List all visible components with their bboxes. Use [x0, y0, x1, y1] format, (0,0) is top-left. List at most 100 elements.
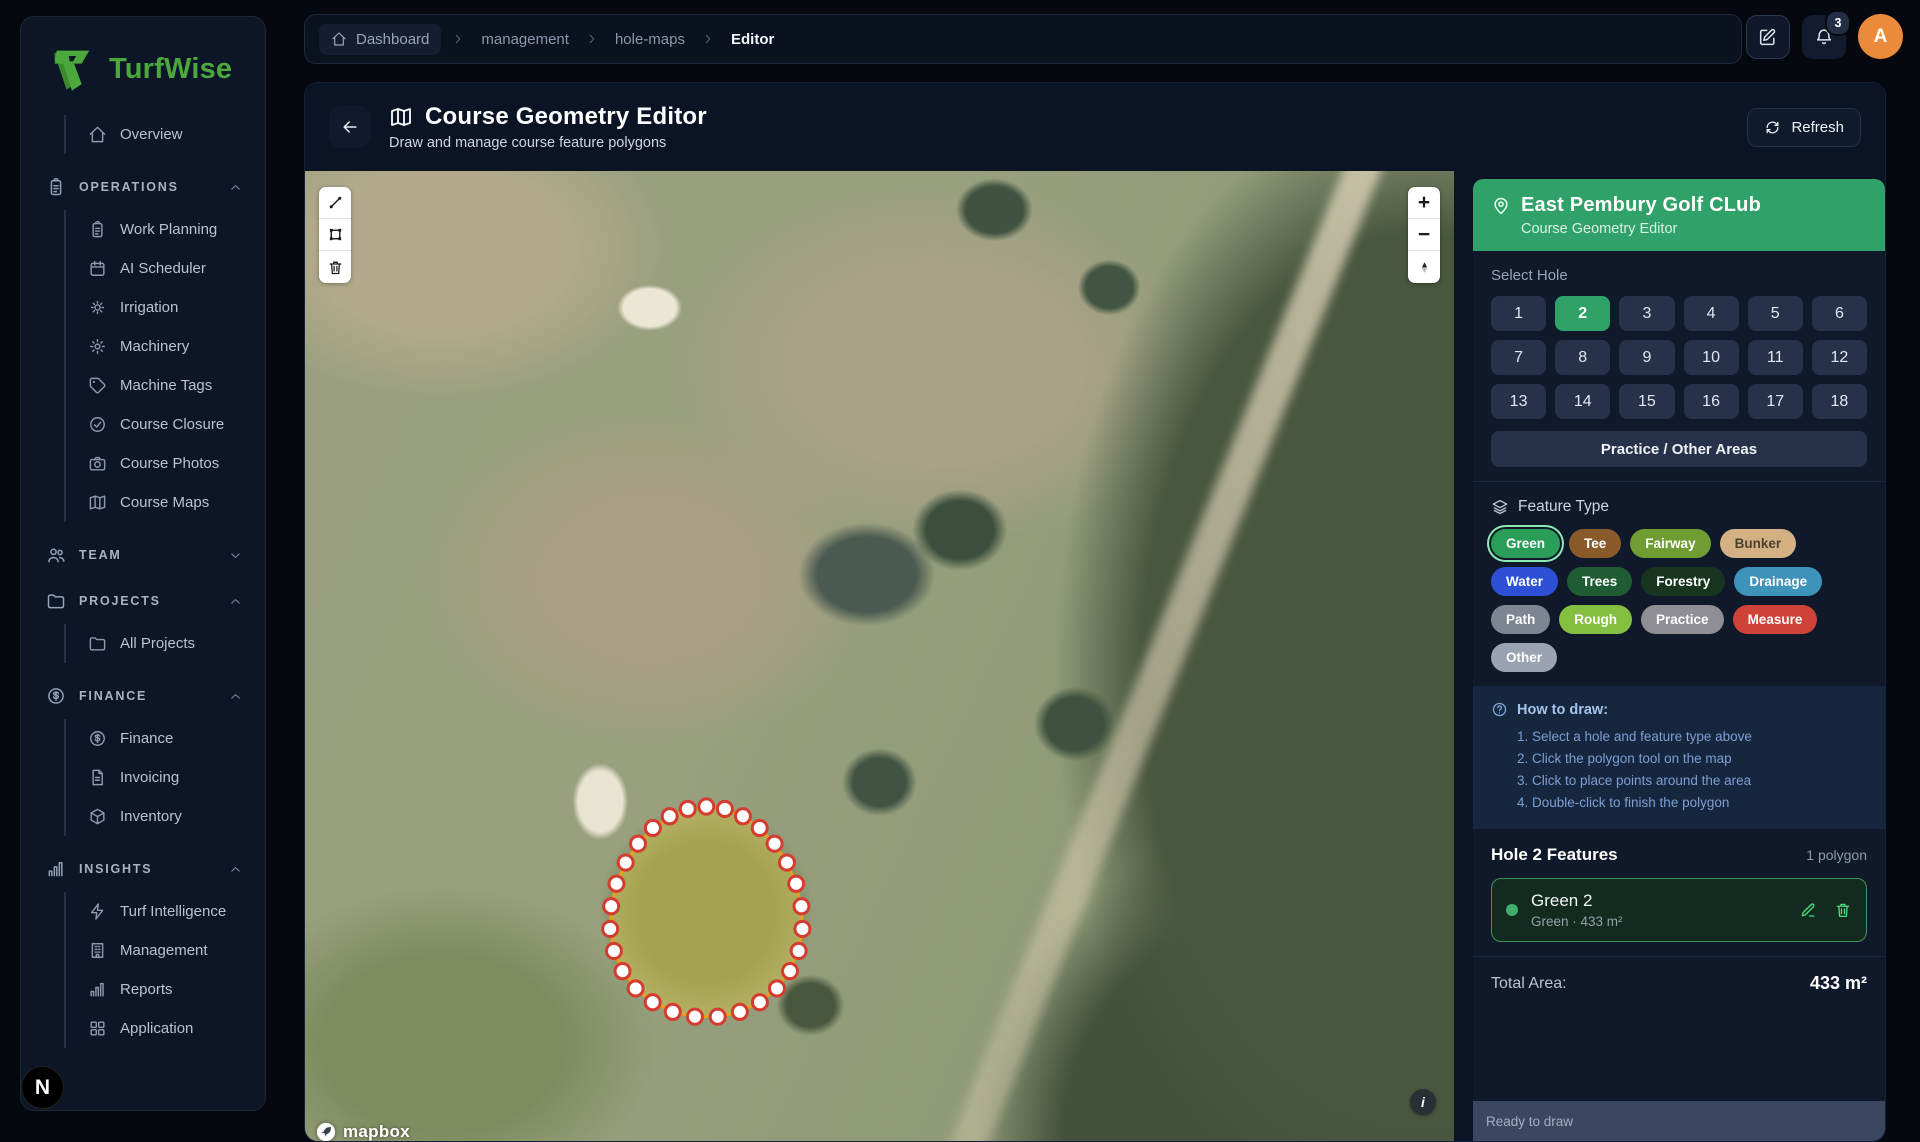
how-to-step: 3. Click to place points around the area — [1517, 770, 1867, 792]
feature-type-chips: Green Tee Fairway Bunker Water Trees For… — [1491, 529, 1867, 672]
breadcrumb-management[interactable]: management — [475, 27, 575, 52]
feature-type-measure[interactable]: Measure — [1733, 605, 1818, 634]
status-bar: Ready to draw — [1473, 1101, 1885, 1141]
map-info-button[interactable]: i — [1410, 1089, 1436, 1115]
box-icon — [88, 807, 107, 826]
polygon-tool-button[interactable] — [319, 219, 351, 251]
sidebar-section-operations[interactable]: OPERATIONS — [33, 164, 253, 210]
practice-other-areas-button[interactable]: Practice / Other Areas — [1491, 431, 1867, 467]
feature-row-green-2[interactable]: Green 2 Green · 433 m² — [1491, 878, 1867, 942]
hole-button-16[interactable]: 16 — [1684, 384, 1739, 419]
feature-type-rough[interactable]: Rough — [1559, 605, 1632, 634]
refresh-label: Refresh — [1791, 119, 1844, 136]
sidebar-section-projects[interactable]: PROJECTS — [33, 578, 253, 624]
hole-button-10[interactable]: 10 — [1684, 340, 1739, 375]
hole-button-5[interactable]: 5 — [1748, 296, 1803, 331]
sidebar-item-course-photos[interactable]: Course Photos — [66, 444, 253, 483]
hole-button-8[interactable]: 8 — [1555, 340, 1610, 375]
trash-icon — [327, 259, 344, 276]
hole-button-17[interactable]: 17 — [1748, 384, 1803, 419]
clipboard-icon — [88, 220, 107, 239]
sidebar-item-invoicing[interactable]: Invoicing — [66, 758, 253, 797]
delete-feature-icon[interactable] — [1834, 901, 1852, 919]
dev-tools-badge[interactable]: N — [21, 1066, 64, 1109]
back-button[interactable] — [329, 106, 371, 148]
draw-toolbar — [319, 187, 351, 283]
sidebar-item-overview[interactable]: Overview — [66, 115, 253, 154]
sidebar-item-reports[interactable]: Reports — [66, 970, 253, 1009]
hole-button-3[interactable]: 3 — [1619, 296, 1674, 331]
hole-button-2[interactable]: 2 — [1555, 296, 1610, 331]
hole-button-9[interactable]: 9 — [1619, 340, 1674, 375]
feature-type-fairway[interactable]: Fairway — [1630, 529, 1710, 558]
drawn-polygon[interactable] — [305, 171, 1454, 1141]
sidebar-item-machine-tags[interactable]: Machine Tags — [66, 366, 253, 405]
feature-type-section: Feature Type Green Tee Fairway Bunker Wa… — [1473, 482, 1885, 686]
chevron-up-icon — [228, 180, 243, 195]
avatar[interactable]: A — [1858, 14, 1903, 59]
sidebar-item-finance[interactable]: Finance — [66, 719, 253, 758]
edit-feature-icon[interactable] — [1799, 901, 1817, 919]
map-canvas[interactable]: + − mapbox i — [305, 171, 1454, 1141]
brand-logo[interactable]: TurfWise — [33, 17, 253, 115]
zoom-in-button[interactable]: + — [1408, 187, 1440, 219]
sidebar-item-ai-scheduler[interactable]: AI Scheduler — [66, 249, 253, 288]
feature-type-bunker[interactable]: Bunker — [1720, 529, 1797, 558]
sidebar-item-work-planning[interactable]: Work Planning — [66, 210, 253, 249]
feature-type-path[interactable]: Path — [1491, 605, 1550, 634]
feature-type-tee[interactable]: Tee — [1569, 529, 1621, 558]
feature-type-drainage[interactable]: Drainage — [1734, 567, 1822, 596]
sidebar-item-irrigation[interactable]: Irrigation — [66, 288, 253, 327]
chevron-right-icon — [585, 32, 599, 46]
hole-button-14[interactable]: 14 — [1555, 384, 1610, 419]
feature-type-forestry[interactable]: Forestry — [1641, 567, 1725, 596]
breadcrumb-hole-maps[interactable]: hole-maps — [609, 27, 691, 52]
club-subtitle: Course Geometry Editor — [1521, 221, 1867, 237]
delete-tool-button[interactable] — [319, 251, 351, 283]
compass-button[interactable] — [1408, 251, 1440, 283]
sidebar-section-finance[interactable]: FINANCE — [33, 673, 253, 719]
sidebar-item-inventory[interactable]: Inventory — [66, 797, 253, 836]
notifications-button[interactable]: 3 — [1802, 15, 1846, 59]
sidebar-item-machinery[interactable]: Machinery — [66, 327, 253, 366]
zoom-out-button[interactable]: − — [1408, 219, 1440, 251]
turfwise-logo-icon — [47, 43, 99, 95]
hole-button-1[interactable]: 1 — [1491, 296, 1546, 331]
hole-button-18[interactable]: 18 — [1812, 384, 1867, 419]
chevron-up-icon — [228, 594, 243, 609]
feature-color-dot — [1506, 904, 1518, 916]
hole-button-12[interactable]: 12 — [1812, 340, 1867, 375]
sidebar-item-turf-intelligence[interactable]: Turf Intelligence — [66, 892, 253, 931]
sidebar-item-management[interactable]: Management — [66, 931, 253, 970]
feature-type-water[interactable]: Water — [1491, 567, 1558, 596]
feature-type-practice[interactable]: Practice — [1641, 605, 1724, 634]
feature-type-trees[interactable]: Trees — [1567, 567, 1632, 596]
hole-button-11[interactable]: 11 — [1748, 340, 1803, 375]
breadcrumb-dashboard[interactable]: Dashboard — [319, 24, 441, 55]
hole-button-6[interactable]: 6 — [1812, 296, 1867, 331]
sidebar-item-course-maps[interactable]: Course Maps — [66, 483, 253, 522]
sidebar-item-course-closure[interactable]: Course Closure — [66, 405, 253, 444]
refresh-button[interactable]: Refresh — [1747, 108, 1861, 147]
folder-icon — [46, 591, 66, 611]
building-icon — [88, 941, 107, 960]
feature-type-green[interactable]: Green — [1491, 529, 1560, 558]
sidebar-item-label: Application — [120, 1020, 193, 1037]
hole-button-13[interactable]: 13 — [1491, 384, 1546, 419]
sidebar-section-team[interactable]: TEAM — [33, 532, 253, 578]
compose-button[interactable] — [1746, 15, 1790, 59]
sidebar-section-insights[interactable]: INSIGHTS — [33, 846, 253, 892]
section-label: FINANCE — [79, 689, 147, 703]
sidebar-item-all-projects[interactable]: All Projects — [66, 624, 253, 663]
sidebar-item-label: AI Scheduler — [120, 260, 206, 277]
hole-button-15[interactable]: 15 — [1619, 384, 1674, 419]
feature-type-other[interactable]: Other — [1491, 643, 1557, 672]
mapbox-logo[interactable]: mapbox — [315, 1121, 410, 1141]
hole-button-4[interactable]: 4 — [1684, 296, 1739, 331]
sidebar-item-label: Machinery — [120, 338, 189, 355]
line-tool-button[interactable] — [319, 187, 351, 219]
hole-button-7[interactable]: 7 — [1491, 340, 1546, 375]
arrow-left-icon — [340, 117, 360, 137]
sidebar-item-application[interactable]: Application — [66, 1009, 253, 1048]
sidebar-item-label: Invoicing — [120, 769, 179, 786]
